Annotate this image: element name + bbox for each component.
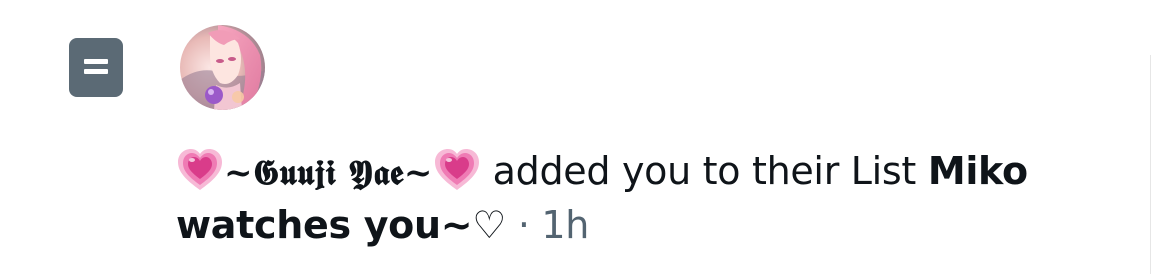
growing-heart-emoji xyxy=(176,148,224,192)
avatar[interactable] xyxy=(180,25,265,110)
growing-heart-emoji xyxy=(433,148,481,192)
list-icon xyxy=(69,38,123,97)
scrollbar-track xyxy=(1150,55,1151,274)
separator-dot: · xyxy=(506,203,542,247)
list-added-notification[interactable]: ~𝕲𝖚𝖚𝖏𝖎 𝖄𝖆𝖊~ added you to their List Miko… xyxy=(0,0,1170,274)
action-text: added you to their List xyxy=(480,149,928,193)
timestamp[interactable]: 1h xyxy=(541,203,589,247)
notification-text: ~𝕲𝖚𝖚𝖏𝖎 𝖄𝖆𝖊~ added you to their List Miko… xyxy=(176,145,1136,251)
user-display-name[interactable]: ~𝕲𝖚𝖚𝖏𝖎 𝖄𝖆𝖊~ xyxy=(224,153,433,193)
